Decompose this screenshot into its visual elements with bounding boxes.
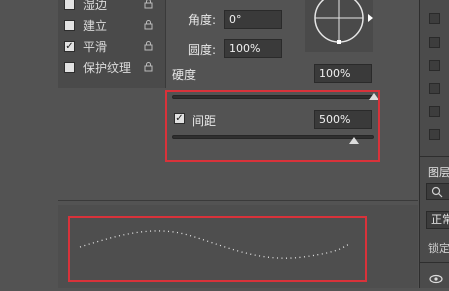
right-divider — [420, 262, 449, 263]
angle-input[interactable]: 0° — [224, 10, 282, 29]
right-checkbox[interactable] — [429, 60, 440, 71]
right-checkbox[interactable] — [429, 83, 440, 94]
protect-texture-checkbox[interactable] — [64, 61, 75, 73]
lock-icon[interactable] — [144, 62, 153, 72]
build-up-label: 建立 — [83, 18, 108, 33]
preview-highlight-box — [68, 216, 367, 282]
build-up-checkbox[interactable] — [64, 19, 75, 31]
eye-icon[interactable] — [429, 274, 443, 284]
search-icon — [431, 186, 443, 198]
hardness-input[interactable]: 100% — [314, 64, 372, 83]
lock-icon[interactable] — [144, 41, 153, 51]
angle-label: 角度: — [188, 13, 217, 27]
right-checkbox[interactable] — [429, 106, 440, 117]
brush-options-panel: 湿边 建立 ✓ 平滑 保护纹理 — [58, 0, 166, 88]
hardness-label: 硬度 — [172, 68, 197, 82]
divider — [58, 200, 418, 201]
smoothing-label: 平滑 — [83, 39, 108, 54]
lock-label: 锁定 — [428, 242, 449, 255]
roundness-input[interactable]: 100% — [224, 39, 282, 58]
blend-mode-select[interactable]: 正常 — [426, 211, 449, 229]
option-build-up[interactable]: 建立 — [64, 16, 107, 34]
wet-edges-checkbox[interactable] — [64, 0, 75, 10]
angle-roundness-dial[interactable] — [305, 0, 377, 52]
spacing-highlight-box — [165, 90, 380, 162]
wet-edges-label: 湿边 — [83, 0, 108, 12]
right-divider — [420, 156, 449, 157]
protect-texture-label: 保护纹理 — [83, 60, 132, 75]
right-checkbox[interactable] — [429, 37, 440, 48]
smoothing-checkbox[interactable]: ✓ — [64, 40, 75, 52]
layer-search-field[interactable] — [426, 183, 449, 200]
option-smoothing[interactable]: ✓ 平滑 — [64, 37, 107, 55]
right-checkbox[interactable] — [429, 129, 440, 140]
lock-icon[interactable] — [144, 20, 153, 30]
roundness-label: 圆度: — [188, 43, 217, 57]
right-panel-strip: 图层 正常 锁定 — [419, 0, 449, 288]
option-protect-texture[interactable]: 保护纹理 — [64, 58, 131, 76]
right-checkbox[interactable] — [429, 13, 440, 24]
option-wet-edges[interactable]: 湿边 — [64, 0, 107, 13]
layers-tab[interactable]: 图层 — [428, 164, 449, 180]
lock-icon[interactable] — [144, 0, 153, 9]
